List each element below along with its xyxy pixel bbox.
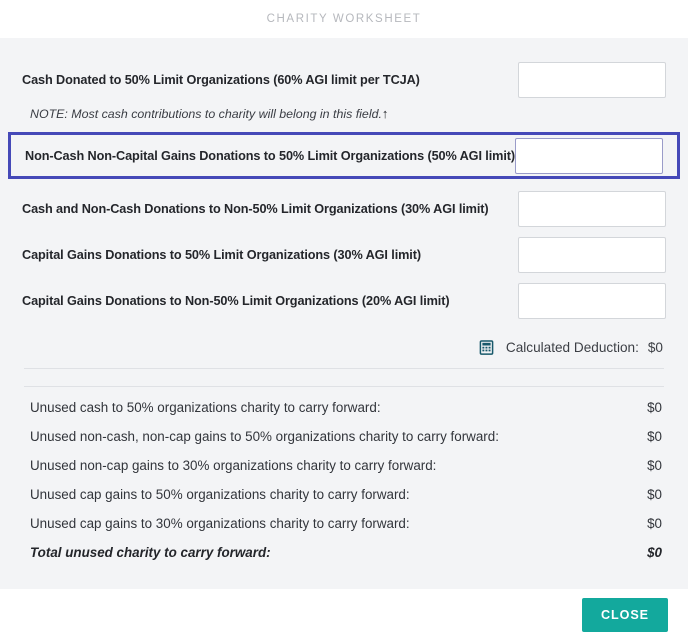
- carry-forward-total-label: Total unused charity to carry forward:: [30, 545, 271, 560]
- carry-forward-row: Unused cash to 50% organizations charity…: [30, 400, 662, 429]
- field-label: Capital Gains Donations to 50% Limit Org…: [22, 248, 421, 262]
- input-noncash-noncapital-gains-50-limit[interactable]: [515, 137, 664, 174]
- input-capital-gains-non50-limit[interactable]: [518, 283, 666, 319]
- modal-body: Cash Donated to 50% Limit Organizations …: [0, 38, 688, 589]
- modal-header: CHARITY WORKSHEET: [0, 0, 688, 38]
- input-capital-gains-50-limit[interactable]: [518, 237, 666, 273]
- field-row-capital-gains-50: Capital Gains Donations to 50% Limit Org…: [0, 232, 688, 278]
- field-label: Non-Cash Non-Capital Gains Donations to …: [25, 148, 516, 163]
- close-button[interactable]: CLOSE: [582, 597, 668, 632]
- carry-forward-value: $0: [647, 516, 662, 531]
- carry-forward-row: Unused cap gains to 50% organizations ch…: [30, 487, 662, 516]
- carry-forward-value: $0: [647, 487, 662, 502]
- carry-forward-label: Unused cash to 50% organizations charity…: [30, 400, 381, 415]
- note-text: NOTE: Most cash contributions to charity…: [22, 103, 666, 125]
- calculated-deduction-row: Calculated Deduction: $0: [22, 332, 666, 362]
- up-arrow-icon: ↑: [381, 106, 389, 121]
- field-label: Capital Gains Donations to Non-50% Limit…: [22, 294, 450, 308]
- field-row-cash-noncash-non50: Cash and Non-Cash Donations to Non-50% L…: [0, 186, 688, 232]
- carry-forward-row: Unused non-cash, non-cap gains to 50% or…: [30, 429, 662, 458]
- page-title: CHARITY WORKSHEET: [266, 13, 422, 25]
- field-label: Cash Donated to 50% Limit Organizations …: [22, 73, 420, 87]
- field-label: Cash and Non-Cash Donations to Non-50% L…: [22, 202, 489, 216]
- input-cash-noncash-non50-limit[interactable]: [518, 191, 666, 227]
- note-label: NOTE: Most cash contributions to charity…: [30, 107, 382, 121]
- modal-footer: CLOSE: [0, 589, 688, 640]
- carry-forward-row: Unused non-cap gains to 30% organization…: [30, 458, 662, 487]
- carry-forward-value: $0: [647, 458, 662, 473]
- carry-forward-value: $0: [647, 429, 662, 444]
- input-cash-donated-50-limit[interactable]: [518, 62, 666, 98]
- field-row-cash-donated-50: Cash Donated to 50% Limit Organizations …: [0, 57, 688, 103]
- carry-forward-label: Unused cap gains to 50% organizations ch…: [30, 487, 410, 502]
- carry-forward-total-row: Total unused charity to carry forward: $…: [30, 545, 662, 574]
- carry-forward-list: Unused cash to 50% organizations charity…: [22, 400, 666, 574]
- carry-forward-row: Unused cap gains to 30% organizations ch…: [30, 516, 662, 545]
- divider-top: [24, 368, 664, 369]
- carry-forward-label: Unused cap gains to 30% organizations ch…: [30, 516, 410, 531]
- field-row-noncash-noncapital-gains-50: Non-Cash Non-Capital Gains Donations to …: [8, 132, 680, 179]
- calculated-deduction-value: $0: [647, 339, 663, 355]
- carry-forward-label: Unused non-cash, non-cap gains to 50% or…: [30, 429, 499, 444]
- carry-forward-total-value: $0: [647, 545, 662, 560]
- carry-forward-label: Unused non-cap gains to 30% organization…: [30, 458, 437, 473]
- calculated-deduction-label: Calculated Deduction:: [505, 339, 639, 355]
- field-row-capital-gains-non50: Capital Gains Donations to Non-50% Limit…: [0, 278, 688, 324]
- calculator-icon: [479, 339, 494, 355]
- divider-bottom: [24, 386, 664, 387]
- carry-forward-value: $0: [647, 400, 662, 415]
- charity-worksheet-modal: CHARITY WORKSHEET Cash Donated to 50% Li…: [0, 0, 688, 640]
